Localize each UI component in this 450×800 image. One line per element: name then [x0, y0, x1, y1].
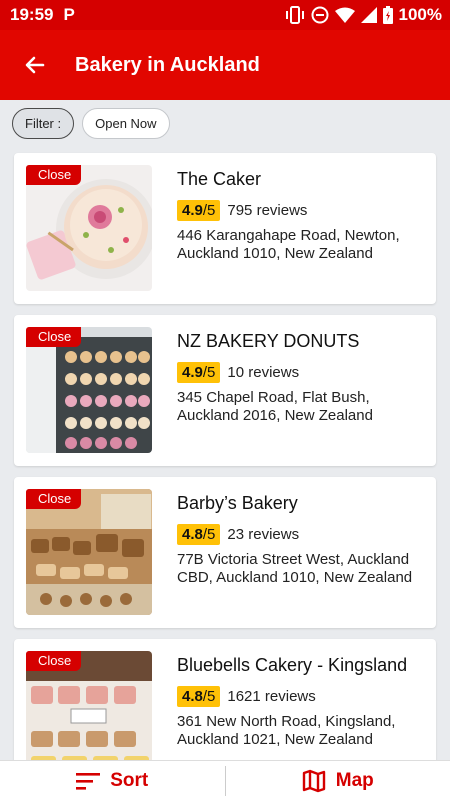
- rating-max: /5: [202, 526, 216, 543]
- rating-row: 4.8/5 1621 reviews: [177, 686, 427, 707]
- filter-row: Filter : Open Now: [12, 108, 170, 139]
- listing-info: Bluebells Cakery - Kingsland 4.8/5 1621 …: [177, 655, 427, 749]
- status-badge: Close: [26, 651, 82, 671]
- address-line-1: 77B Victoria Street West, Auckland: [177, 551, 410, 568]
- rating-max: /5: [202, 688, 216, 705]
- listing-card[interactable]: Close The Caker 4.9/5 795 reviews 446 Ka…: [14, 153, 436, 304]
- sort-label: Sort: [110, 769, 149, 791]
- listing-info: Barby’s Bakery 4.8/5 23 reviews 77B Vict…: [177, 493, 427, 587]
- bottom-bar: Sort Map: [0, 760, 450, 800]
- do-not-disturb-icon: [311, 6, 329, 24]
- rating-value: 4.9: [182, 364, 203, 381]
- open-now-chip[interactable]: Open Now: [82, 108, 170, 139]
- rating-badge: 4.8/5: [177, 686, 221, 707]
- rating-row: 4.9/5 795 reviews: [177, 200, 427, 221]
- status-badge: Close: [26, 489, 82, 509]
- rating-value: 4.8: [182, 688, 203, 705]
- bakery-name: NZ BAKERY DONUTS: [177, 331, 360, 351]
- rating-max: /5: [202, 364, 216, 381]
- rating-row: 4.8/5 23 reviews: [177, 524, 427, 545]
- bakery-name: Barby’s Bakery: [177, 493, 298, 513]
- address-line-2: Auckland 1021, New Zealand: [177, 731, 373, 748]
- map-icon: [302, 769, 325, 792]
- bakery-list: Close The Caker 4.9/5 795 reviews 446 Ka…: [14, 153, 436, 800]
- listing-card[interactable]: Close NZ BAKERY DONUTS 4.9/5 10 reviews …: [14, 315, 436, 466]
- listing-card[interactable]: Close Barby’s Bakery 4.8/5 23 reviews 77…: [14, 477, 436, 628]
- address-line-1: 446 Karangahape Road, Newton,: [177, 227, 400, 244]
- address-line-1: 345 Chapel Road, Flat Bush,: [177, 389, 370, 406]
- address-line-2: Auckland 2016, New Zealand: [177, 407, 373, 424]
- review-count: 795 reviews: [227, 202, 308, 219]
- sort-button[interactable]: Sort: [0, 761, 225, 800]
- map-button[interactable]: Map: [226, 761, 450, 800]
- listing-info: The Caker 4.9/5 795 reviews 446 Karangah…: [177, 169, 427, 263]
- review-count: 1621 reviews: [227, 688, 316, 705]
- map-label: Map: [335, 769, 374, 791]
- address-line-2: CBD, Auckland 1010, New Zealand: [177, 569, 413, 586]
- back-button[interactable]: [0, 30, 70, 100]
- rating-row: 4.9/5 10 reviews: [177, 362, 427, 383]
- app-bar: Bakery in Auckland: [0, 30, 450, 100]
- sort-icon: [76, 772, 101, 790]
- bakery-name: The Caker: [177, 169, 262, 189]
- status-time: 19:59: [10, 5, 54, 24]
- battery-percent: 100%: [398, 5, 442, 24]
- signal-icon: [360, 7, 377, 23]
- status-badge: Close: [26, 165, 82, 185]
- bakery-name: Bluebells Cakery - Kingsland: [177, 655, 408, 675]
- review-count: 10 reviews: [227, 364, 300, 381]
- arrow-left-icon: [25, 56, 45, 74]
- rating-badge: 4.8/5: [177, 524, 221, 545]
- rating-value: 4.9: [182, 202, 203, 219]
- rating-badge: 4.9/5: [177, 200, 221, 221]
- status-bar: 19:59 P 100%: [0, 0, 450, 30]
- status-badge: Close: [26, 327, 82, 347]
- rating-value: 4.8: [182, 526, 203, 543]
- status-icons: 100%: [285, 5, 442, 25]
- rating-badge: 4.9/5: [177, 362, 221, 383]
- address-line-2: Auckland 1010, New Zealand: [177, 245, 373, 262]
- wifi-icon: [334, 7, 355, 23]
- address-line-1: 361 New North Road, Kingsland,: [177, 713, 396, 730]
- review-count: 23 reviews: [227, 526, 300, 543]
- rating-max: /5: [202, 202, 216, 219]
- page-title: Bakery in Auckland: [75, 53, 260, 76]
- listing-info: NZ BAKERY DONUTS 4.9/5 10 reviews 345 Ch…: [177, 331, 427, 425]
- battery-icon: [382, 6, 393, 24]
- filter-chip[interactable]: Filter :: [12, 108, 75, 139]
- parking-app-icon: P: [63, 5, 75, 24]
- vibrate-icon: [285, 6, 304, 24]
